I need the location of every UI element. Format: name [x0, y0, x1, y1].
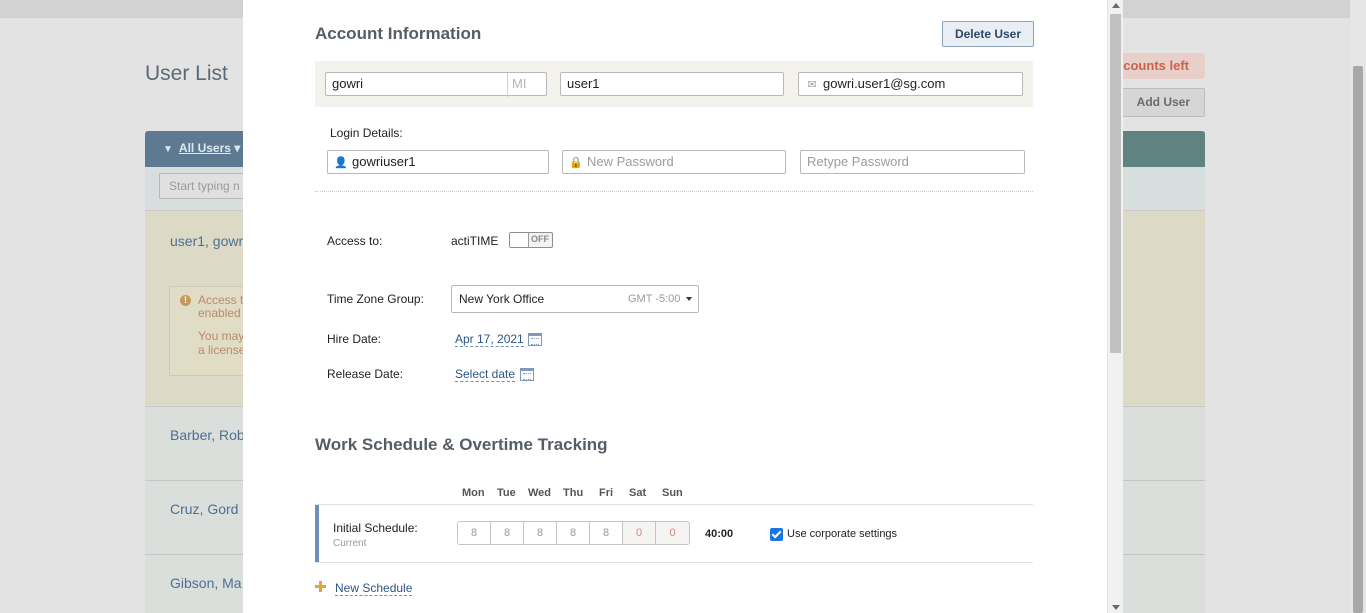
- schedule-bottom-border: [315, 562, 1033, 563]
- day-tue: Tue: [497, 487, 516, 499]
- use-corporate-label[interactable]: Use corporate settings: [787, 528, 897, 540]
- work-schedule-title: Work Schedule & Overtime Tracking: [315, 435, 608, 454]
- user-icon: 👤: [334, 157, 348, 169]
- account-section-title: Account Information: [315, 24, 482, 43]
- list-item-name: Gibson, Ma: [170, 575, 242, 591]
- username-value: gowriuser1: [352, 154, 416, 169]
- page-scrollbar-thumb[interactable]: [1353, 66, 1363, 613]
- dialog-scrollbar[interactable]: [1107, 0, 1123, 613]
- scroll-up-icon[interactable]: [1112, 3, 1120, 8]
- edit-user-dialog: Account Information Delete User gowri MI…: [243, 0, 1107, 613]
- schedule-status: Current: [333, 538, 367, 549]
- day-sun: Sun: [662, 487, 683, 499]
- hire-date-picker[interactable]: Apr 17, 2021: [455, 332, 524, 347]
- day-thu: Thu: [563, 487, 584, 499]
- retype-password-input[interactable]: Retype Password: [800, 150, 1025, 174]
- toggle-state: OFF: [531, 234, 549, 244]
- new-schedule-link[interactable]: New Schedule: [335, 581, 413, 596]
- day-sat: Sat: [629, 487, 647, 499]
- scroll-down-icon[interactable]: [1112, 605, 1120, 610]
- filter-icon: ▼: [163, 144, 173, 155]
- last-name-input[interactable]: user1: [560, 72, 784, 96]
- license-warning: ! Access t enabled You may a license: [169, 286, 249, 376]
- exclamation-icon: !: [180, 295, 191, 306]
- timezone-value: New York Office: [459, 292, 545, 306]
- release-date-picker[interactable]: Select date: [455, 367, 516, 382]
- calendar-icon[interactable]: [528, 333, 542, 346]
- schedule-top-border: [315, 504, 1033, 505]
- timezone-label: Time Zone Group:: [327, 292, 424, 306]
- chevron-down-icon: [686, 297, 692, 301]
- hours-thu[interactable]: 8: [557, 522, 590, 544]
- actitime-access-toggle[interactable]: OFF: [509, 232, 553, 248]
- dialog-scrollbar-thumb[interactable]: [1110, 14, 1121, 353]
- list-item-name: user1, gowr: [170, 233, 244, 249]
- initial-schedule-label: Initial Schedule:: [333, 521, 418, 535]
- email-value: gowri.user1@sg.com: [823, 76, 946, 91]
- hours-sat[interactable]: 0: [623, 522, 656, 544]
- login-details-label: Login Details:: [330, 126, 403, 140]
- warning-line: enabled: [198, 306, 241, 320]
- all-users-filter[interactable]: ▼ All Users ▾: [163, 141, 240, 155]
- warning-line: a license: [198, 343, 246, 357]
- list-item-name: Barber, Rob: [170, 427, 245, 443]
- login-divider: [315, 191, 1033, 192]
- hours-fri[interactable]: 8: [590, 522, 623, 544]
- total-hours: 40:00: [705, 528, 734, 540]
- new-password-input[interactable]: 🔒 New Password: [562, 150, 786, 174]
- day-mon: Mon: [462, 487, 485, 499]
- list-item-name: Cruz, Gord: [170, 501, 239, 517]
- delete-user-button[interactable]: Delete User: [942, 21, 1034, 47]
- day-fri: Fri: [599, 487, 614, 499]
- plus-icon[interactable]: [315, 581, 326, 592]
- warning-line: You may: [198, 329, 245, 343]
- hours-mon[interactable]: 8: [458, 522, 491, 544]
- toggle-knob: [510, 233, 529, 247]
- lock-icon: 🔒: [569, 157, 583, 169]
- access-app-label: actiTIME: [451, 234, 499, 248]
- page-scrollbar[interactable]: [1350, 0, 1366, 613]
- hours-tue[interactable]: 8: [491, 522, 524, 544]
- access-to-label: Access to:: [327, 234, 383, 248]
- day-wed: Wed: [528, 487, 552, 499]
- new-password-placeholder: New Password: [587, 154, 674, 169]
- username-input[interactable]: 👤 gowriuser1: [327, 150, 549, 174]
- middle-initial-input[interactable]: MI: [507, 73, 545, 97]
- weekly-hours: 8 8 8 8 8 0 0: [457, 521, 690, 545]
- use-corporate-checkbox[interactable]: [770, 528, 783, 541]
- hours-wed[interactable]: 8: [524, 522, 557, 544]
- email-field[interactable]: ✉ gowri.user1@sg.com: [798, 72, 1023, 96]
- timezone-select[interactable]: New York Office GMT -5:00: [451, 285, 699, 313]
- calendar-icon[interactable]: [520, 368, 534, 381]
- timezone-offset: GMT -5:00: [628, 293, 681, 305]
- hire-date-label: Hire Date:: [327, 332, 382, 346]
- filter-label: All Users: [178, 141, 231, 155]
- page-title: User List: [145, 62, 228, 85]
- hours-sun[interactable]: 0: [656, 522, 689, 544]
- envelope-icon: ✉: [807, 79, 817, 91]
- release-date-label: Release Date:: [327, 367, 404, 381]
- schedule-current-marker: [315, 505, 319, 562]
